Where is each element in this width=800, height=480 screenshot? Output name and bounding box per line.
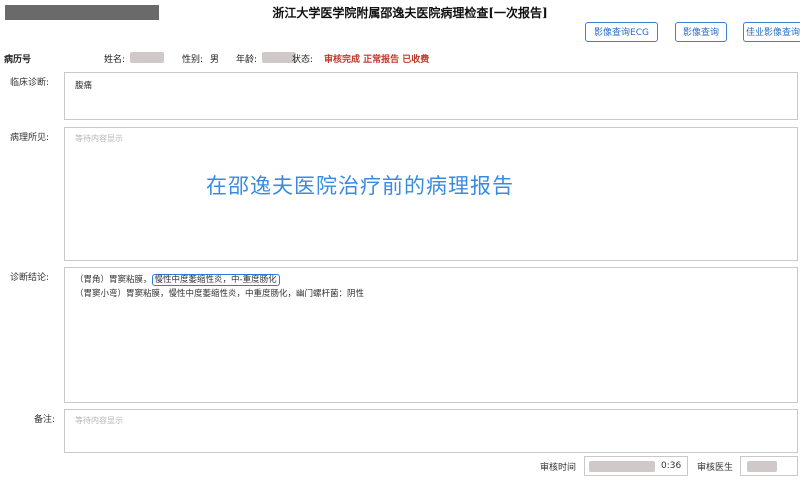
- highlighted-diagnosis: 慢性中度萎缩性炎，中-重度肠化: [151, 274, 280, 286]
- gender-label: 性别:: [182, 55, 204, 65]
- review-time-suffix: 0:36: [661, 461, 682, 471]
- redacted-age: [262, 52, 296, 63]
- diagnosis-line-2: （胃窦小弯）胃窦粘膜，慢性中度萎缩性炎，中重度肠化，幽门螺杆菌：阴性: [75, 289, 365, 299]
- image-query-ecg-button[interactable]: 影像查询ECG: [585, 22, 658, 42]
- reviewer-label: 审核医生: [697, 463, 734, 473]
- page-title: 浙江大学医学院附属邵逸夫医院病理检查[一次报告]: [272, 6, 548, 20]
- redacted-name: [130, 52, 164, 63]
- redacted-header-block: [5, 5, 159, 20]
- diagnosis-line-1-prefix: （胃角）胃窦粘膜，: [75, 275, 152, 285]
- pathology-findings-placeholder: 等待内容显示: [75, 134, 123, 143]
- status-label: 状态:: [292, 55, 314, 65]
- review-time-label: 审核时间: [540, 463, 577, 473]
- overlay-caption: 在邵逸夫医院治疗前的病理报告: [206, 174, 514, 198]
- clinical-diagnosis-value: 腹痛: [75, 81, 93, 91]
- redacted-review-time: [589, 461, 655, 472]
- reviewer-field[interactable]: [740, 456, 798, 476]
- diagnosis-conclusion-field[interactable]: （胃角）胃窦粘膜， 慢性中度萎缩性炎，中-重度肠化 （胃窦小弯）胃窦粘膜，慢性中度…: [64, 267, 798, 403]
- age-label: 年龄:: [236, 55, 258, 65]
- remarks-placeholder: 等待内容显示: [75, 416, 123, 425]
- diagnosis-conclusion-label: 诊断结论:: [10, 273, 50, 283]
- gender-value: 男: [210, 55, 220, 65]
- pathology-findings-label: 病理所见:: [10, 133, 50, 143]
- remarks-label: 备注:: [34, 415, 56, 425]
- review-time-field[interactable]: 0:36: [584, 456, 688, 476]
- clinical-diagnosis-label: 临床诊断:: [10, 78, 50, 88]
- clinical-diagnosis-field[interactable]: 腹痛: [64, 72, 798, 120]
- diagnosis-line-1: （胃角）胃窦粘膜， 慢性中度萎缩性炎，中-重度肠化: [75, 273, 280, 286]
- record-number-label: 病历号: [4, 55, 32, 65]
- jiaye-image-query-button[interactable]: 佳业影像查询: [743, 22, 800, 42]
- status-value: 审核完成 正常报告 已收费: [324, 55, 430, 65]
- patient-info-bar: 病历号 姓名: 性别: 男 年龄: 状态: 审核完成 正常报告 已收费: [0, 48, 800, 68]
- remarks-field[interactable]: 等待内容显示: [64, 409, 798, 453]
- image-query-button[interactable]: 影像查询: [675, 22, 727, 42]
- name-label: 姓名:: [104, 55, 126, 65]
- redacted-reviewer: [747, 461, 777, 472]
